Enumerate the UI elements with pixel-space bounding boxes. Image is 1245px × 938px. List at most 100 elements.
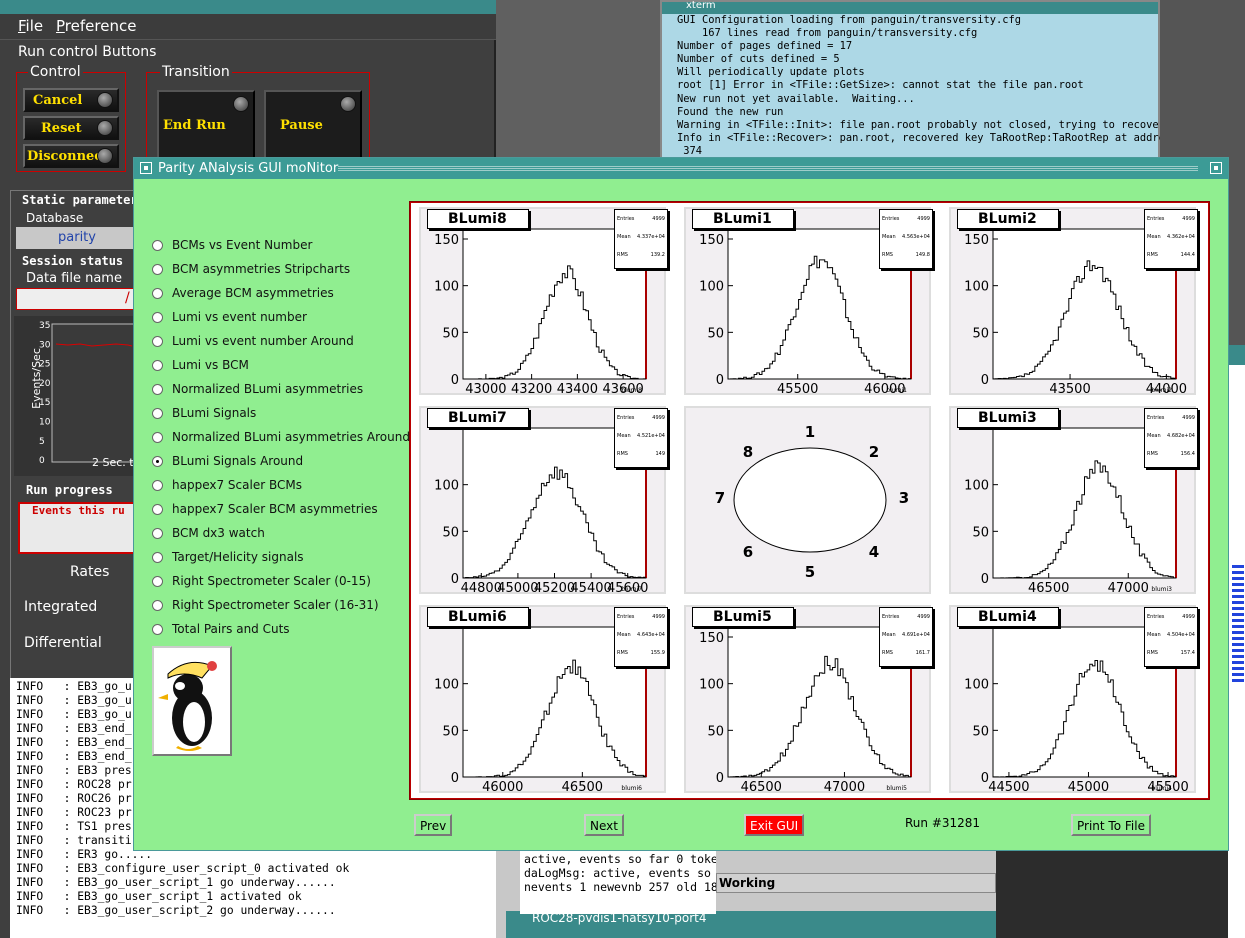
pause-button[interactable]: Pause <box>264 90 362 162</box>
log-line: INFO : EB3_go_user_script_1 activated ok <box>16 890 302 903</box>
ring-label: 7 <box>715 489 725 507</box>
stats-box: Entries 4999 Mean 4.691e+04 RMS 161.7 <box>879 607 933 667</box>
radio-button[interactable] <box>152 456 163 467</box>
run-number: Run #31281 <box>905 816 981 830</box>
radio-button[interactable] <box>152 408 163 419</box>
radio-button[interactable] <box>152 432 163 443</box>
stat-value: 4.643e+04 <box>637 632 665 638</box>
stat-label: Entries <box>617 415 635 421</box>
stats-box: Entries 4999 Mean 4.362e+04 RMS 144.4 <box>1144 209 1198 269</box>
stats-box: Entries 4999 Mean 4.337e+04 RMS 139.2 <box>614 209 668 269</box>
xterm-line: Found the new run <box>677 105 784 118</box>
histogram-title: BLumi3 <box>957 408 1059 428</box>
x-tick-label: 45400 <box>570 581 611 596</box>
exit-gui-button[interactable]: Exit GUI <box>744 814 805 836</box>
events-this-run-box: Events this ru <box>18 502 140 554</box>
radio-button[interactable] <box>152 600 163 611</box>
y-tick-label: 50 <box>707 724 724 739</box>
histogram-title: BLumi6 <box>427 607 529 627</box>
end-run-button[interactable]: End Run <box>157 90 255 162</box>
page-option-label: BLumi Signals <box>172 406 257 420</box>
radio-button[interactable] <box>152 360 163 371</box>
xterm-output: GUI Configuration loading from panguin/t… <box>677 14 1177 158</box>
y-tick-label: 50 <box>972 326 989 341</box>
xterm-line: Number of pages defined = 17 <box>677 40 853 53</box>
radio-button[interactable] <box>152 552 163 563</box>
y-tick-label: 0 <box>981 373 989 388</box>
run-control-buttons-title: Run control Buttons <box>16 44 159 60</box>
ring-label: 4 <box>869 543 879 561</box>
maximize-icon[interactable] <box>1210 162 1222 174</box>
radio-button[interactable] <box>152 528 163 539</box>
indicator-icon <box>97 120 113 136</box>
xterm-line: Number of cuts defined = 5 <box>677 53 840 66</box>
stat-label: Mean <box>882 234 896 240</box>
reset-button[interactable]: Reset <box>23 116 119 140</box>
run-control-titlebar <box>0 0 496 14</box>
y-tick-label: 150 <box>699 631 724 646</box>
window-menu-icon[interactable] <box>140 162 152 174</box>
log-line: INFO : EB3_configure_user_script_0 activ… <box>16 862 350 875</box>
rate-xlabel: 2 Sec. t <box>92 456 134 469</box>
radio-button[interactable] <box>152 288 163 299</box>
stat-value: 4999 <box>1182 216 1195 222</box>
x-tick-label: 47000 <box>1108 581 1149 596</box>
plot-window-fragment <box>1228 345 1245 938</box>
x-axis-label: blumi1 <box>886 387 907 394</box>
ring-ellipse <box>733 447 887 553</box>
stat-value: 4.504e+04 <box>1167 632 1195 638</box>
ring-label: 2 <box>869 443 879 461</box>
histogram-pad: 0 50 100 150 46500 47000 blumi5 BLumi5 Entries 49… <box>684 605 933 795</box>
y-tick-label: 100 <box>964 280 989 295</box>
histogram-title: BLumi2 <box>957 209 1059 229</box>
disconnect-button[interactable]: Disconnect <box>23 144 119 168</box>
stat-label: Entries <box>1147 415 1165 421</box>
rate-tick-label: 5 <box>39 437 45 447</box>
page-option-label: BCMs vs Event Number <box>172 238 313 252</box>
radio-button[interactable] <box>152 576 163 587</box>
y-tick-label: 100 <box>964 678 989 693</box>
radio-button[interactable] <box>152 384 163 395</box>
radio-button[interactable] <box>152 264 163 275</box>
y-tick-label: 100 <box>434 280 459 295</box>
page-option-label: Average BCM asymmetries <box>172 286 334 300</box>
stat-label: Mean <box>1147 632 1161 638</box>
menu-preference[interactable]: Preference <box>56 17 136 35</box>
x-axis-label: blumi7 <box>621 586 642 593</box>
x-axis-label: blumi3 <box>1151 586 1172 593</box>
stat-label: Mean <box>617 234 631 240</box>
rate-tick-label: 10 <box>39 418 51 428</box>
rate-chart: 35 30 25 20 15 10 5 0 Events/Sec 2 Sec. t <box>14 316 141 476</box>
database-field: parity <box>16 227 140 249</box>
stats-box: Entries 4999 Mean 4.563e+04 RMS 149.8 <box>879 209 933 269</box>
histogram-title: BLumi5 <box>692 607 794 627</box>
stat-label: RMS <box>617 252 628 258</box>
stat-label: RMS <box>617 451 628 457</box>
data-file-field: / <box>16 288 140 310</box>
cancel-button[interactable]: Cancel <box>23 88 119 112</box>
stat-label: Mean <box>617 632 631 638</box>
radio-button[interactable] <box>152 504 163 515</box>
print-to-file-button[interactable]: Print To File <box>1071 814 1151 836</box>
next-button[interactable]: Next <box>584 814 624 836</box>
histogram-pad: 0 50 100 44500 45000 45500 blumi4 BLumi4 Entries… <box>949 605 1198 795</box>
static-parameters-title: Static parameters <box>22 193 145 207</box>
radio-button[interactable] <box>152 480 163 491</box>
daq-log-text: active, events so far 0 token 0daLogMsg:… <box>520 850 716 914</box>
radio-button[interactable] <box>152 312 163 323</box>
penguin-logo <box>152 646 232 756</box>
radio-button[interactable] <box>152 240 163 251</box>
radio-button[interactable] <box>152 336 163 347</box>
database-label: Database <box>26 211 84 225</box>
rate-tick-label: 0 <box>39 456 45 466</box>
y-tick-label: 100 <box>434 479 459 494</box>
menu-file[interactable]: File <box>18 17 43 35</box>
y-tick-label: 0 <box>716 771 724 786</box>
stat-label: RMS <box>617 650 628 656</box>
x-tick-label: 46500 <box>1028 581 1069 596</box>
prev-button[interactable]: Prev <box>414 814 453 836</box>
x-tick-label: 46500 <box>741 780 782 795</box>
radio-button[interactable] <box>152 624 163 635</box>
stat-label: RMS <box>1147 252 1158 258</box>
y-tick-label: 100 <box>699 678 724 693</box>
